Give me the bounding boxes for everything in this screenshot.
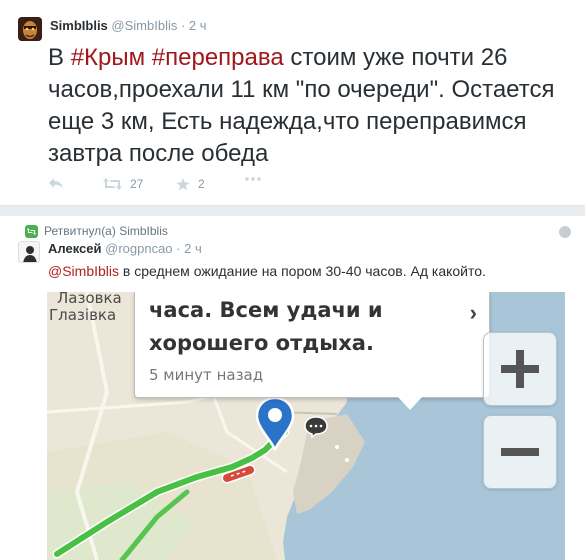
reply-icon [49,178,63,188]
retweet-icon [25,224,38,238]
retweet-context[interactable]: Ретвитнул(а) SimbIblis [25,224,168,238]
star-icon [176,177,190,190]
tweet-text: В #Крым #переправа стоим уже почти 26 ча… [48,42,568,170]
chat-bubble-icon [304,416,328,443]
timeline: SimbIblis @SimbIblis · 2 ч В #Крым #пере… [0,0,585,560]
bubble-text-line1: часа. Всем удачи и [149,298,383,322]
more-icon [245,177,261,181]
author-name[interactable]: SimbIblis [50,18,108,33]
chevron-right-icon[interactable]: › [470,300,477,326]
tweet-2[interactable]: Ретвитнул(а) SimbIblis Алексей @rogpncao… [0,216,585,560]
mention-link[interactable]: @SimbIblis [48,263,119,279]
zoom-in-button[interactable] [483,332,557,406]
tweet-text: @SimbIblis в среднем ожидание на пором 3… [48,262,568,280]
map-label-glazivka: Глазiвка [49,306,117,324]
tweet-header: SimbIblis @SimbIblis · 2 ч [50,18,207,33]
tweet-1[interactable]: SimbIblis @SimbIblis · 2 ч В #Крым #пере… [0,0,585,206]
favorite-count: 2 [198,177,205,191]
avatar[interactable] [18,241,40,263]
avatar[interactable] [18,17,42,41]
map-info-bubble[interactable]: часа. Всем удачи и хорошего отдыха. 5 ми… [134,292,490,410]
tweet-text-part: В [48,44,71,71]
bubble-timestamp: 5 минут назад [149,366,264,384]
attached-map-image[interactable]: Лазовка Глазiвка часа. Всем удачи и хоро… [47,292,565,560]
bubble-text-line2: хорошего отдыха. [149,331,374,355]
retweet-count: 27 [130,177,144,191]
tweet-header: Алексей @rogpncao · 2 ч [48,241,202,256]
map-label-lazovka: Лазовка [57,292,122,307]
retweet-button[interactable]: 27 [103,177,143,191]
author-name[interactable]: Алексей [48,241,102,256]
tweet-time[interactable]: · 2 ч [176,241,202,256]
favorite-button[interactable]: 2 [176,177,205,191]
zoom-out-icon [501,448,539,456]
tweet-time[interactable]: · 2 ч [181,18,207,33]
zoom-out-button[interactable] [483,415,557,489]
reply-button[interactable] [48,177,64,189]
bubble-tail [397,396,423,410]
hashtag-pereprava[interactable]: #переправа [152,44,284,71]
globe-icon [559,226,571,238]
hashtag-krym[interactable]: #Крым [71,44,145,71]
author-handle[interactable]: @SimbIblis [111,18,177,33]
tweet-text-part: в среднем ожидание на пором 30-40 часов.… [119,263,486,279]
zoom-in-icon [501,350,539,388]
tweet-text-part [145,44,152,71]
author-handle[interactable]: @rogpncao [105,241,172,256]
more-button[interactable] [245,177,261,181]
retweet-icon [103,178,122,190]
retweeted-by-label: Ретвитнул(а) SimbIblis [44,224,168,238]
location-pin-icon [253,396,303,461]
